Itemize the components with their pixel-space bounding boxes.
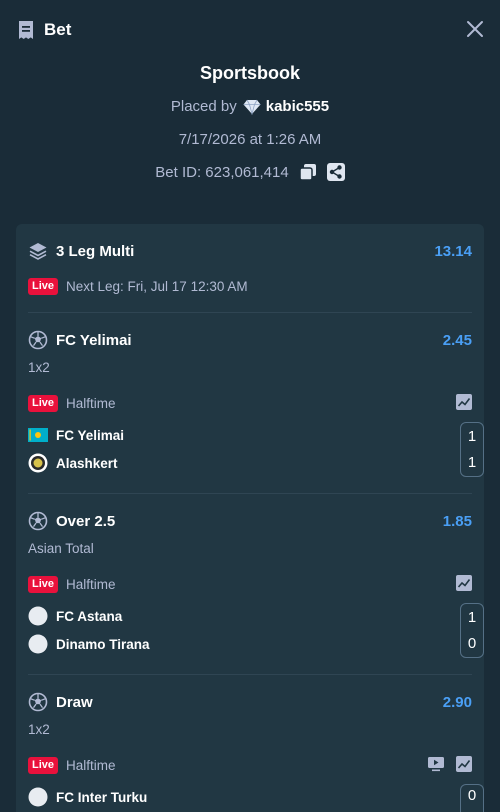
next-leg-text: Next Leg: Fri, Jul 17 12:30 AM (66, 278, 248, 294)
divider (28, 493, 472, 494)
soccer-ball-icon (28, 692, 48, 712)
placed-by-row: Placed by kabic555 (0, 98, 500, 115)
stats-chart-icon[interactable] (456, 756, 472, 772)
multi-status: Live Next Leg: Fri, Jul 17 12:30 AM (28, 277, 472, 295)
soccer-ball-icon (28, 511, 48, 531)
multi-title: 3 Leg Multi (56, 242, 135, 260)
team-score: 1 (467, 608, 477, 626)
multi-header: 3 Leg Multi 13.14 (28, 240, 472, 262)
team-row: Dinamo Tirana (28, 634, 472, 654)
leg-selection: Over 2.5 (56, 512, 116, 530)
placed-by-label: Placed by (170, 98, 237, 115)
leg-odds: 1.85 (442, 512, 472, 530)
diamond-icon (243, 99, 261, 115)
match-status: Halftime (66, 757, 116, 773)
team-name: Dinamo Tirana (56, 636, 150, 652)
copy-icon[interactable] (298, 163, 317, 181)
live-badge: Live (28, 575, 59, 593)
leg-market: 1x2 (28, 360, 50, 375)
team-score: 1 (467, 454, 477, 472)
team-name: FC Yelimai (56, 427, 125, 443)
user-link[interactable]: kabic555 (243, 98, 329, 115)
stats-chart-icon[interactable] (456, 394, 472, 410)
leg-odds: 2.90 (442, 693, 472, 711)
leg-market: Asian Total (28, 541, 94, 556)
team-score: 0 (467, 635, 477, 653)
team-name: Alashkert (56, 455, 118, 471)
sportsbook-title: Sportsbook (199, 63, 300, 83)
leg-market: 1x2 (28, 722, 50, 737)
alashkert-crest-icon (28, 453, 48, 473)
match-status: Halftime (66, 395, 116, 411)
team-score: 1 (467, 427, 477, 445)
team-row: FC Yelimai (28, 425, 472, 445)
leg-header: Over 2.5 1.85 (28, 510, 472, 532)
score-box: 0 (460, 784, 484, 812)
team-score: 0 (467, 787, 477, 804)
bet-card: 3 Leg Multi 13.14 Live Next Leg: Fri, Ju… (16, 224, 484, 812)
modal-header: Bet (0, 0, 500, 60)
stats-chart-icon[interactable] (456, 575, 472, 591)
username: kabic555 (265, 98, 330, 115)
team-name: FC Astana (56, 608, 123, 624)
bet-datetime: 7/17/2026 at 1:26 AM (178, 131, 322, 148)
team-name: FC Inter Turku (56, 789, 148, 805)
team-placeholder-icon (28, 787, 48, 807)
divider (28, 312, 472, 313)
live-badge: Live (28, 277, 59, 295)
receipt-icon (19, 21, 33, 39)
share-icon[interactable] (326, 163, 345, 181)
soccer-ball-icon (28, 330, 48, 350)
close-icon[interactable] (466, 20, 484, 38)
leg-status: Live Halftime (28, 575, 472, 593)
score-box: 1 0 (460, 603, 484, 658)
multi-odds: 13.14 (434, 242, 472, 260)
divider (28, 674, 472, 675)
match-status: Halftime (66, 576, 116, 592)
team-placeholder-icon (28, 606, 48, 626)
bet-id-row: Bet ID: 623,061,414 (0, 163, 500, 181)
leg-header: Draw 2.90 (28, 691, 472, 713)
leg-odds: 2.45 (442, 331, 472, 349)
live-badge: Live (28, 394, 59, 412)
live-badge: Live (28, 756, 59, 774)
leg-selection: Draw (56, 693, 93, 711)
score-box: 1 1 (460, 422, 484, 477)
kazakhstan-flag-icon (28, 428, 48, 442)
layers-icon (29, 243, 47, 260)
team-row: FC Inter Turku (28, 787, 472, 807)
bet-id: Bet ID: 623,061,414 (155, 163, 289, 181)
modal-title: Bet (44, 20, 72, 39)
leg-header: FC Yelimai 2.45 (28, 329, 472, 351)
leg-status: Live Halftime (28, 394, 472, 412)
team-row: FC Astana (28, 606, 472, 626)
leg-status: Live Halftime (28, 756, 472, 774)
team-row: Alashkert (28, 453, 472, 473)
team-placeholder-icon (28, 634, 48, 654)
leg-selection: FC Yelimai (56, 331, 132, 349)
live-stream-icon[interactable] (428, 756, 444, 772)
